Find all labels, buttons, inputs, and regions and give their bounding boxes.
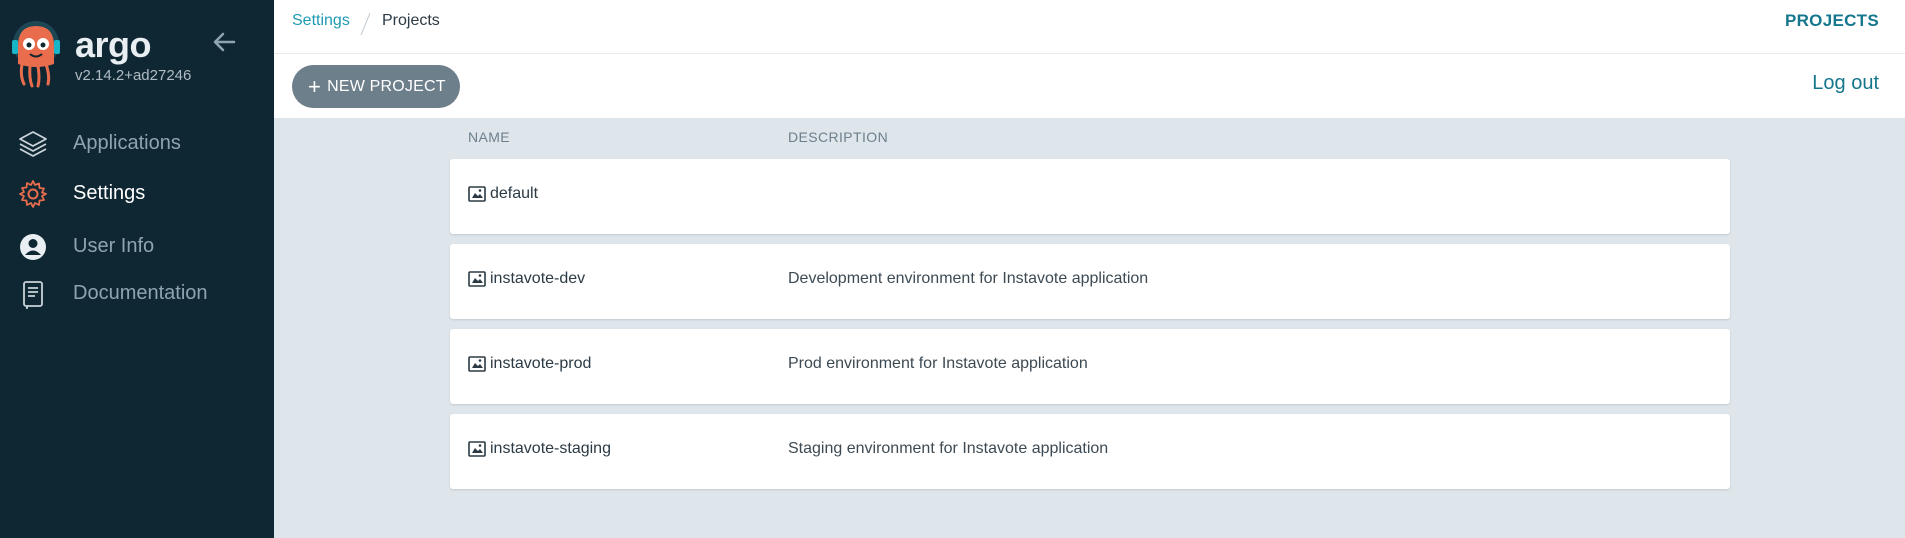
- project-row[interactable]: instavote-dev Development environment fo…: [450, 244, 1730, 319]
- sidebar: argo v2.14.2+ad27246 Applications Settin…: [0, 0, 274, 538]
- project-row[interactable]: instavote-staging Staging environment fo…: [450, 414, 1730, 489]
- top-bar: Settings Projects PROJECTS: [274, 0, 1905, 54]
- column-header-name: NAME: [468, 129, 511, 145]
- sidebar-item-user-info[interactable]: User Info: [0, 224, 274, 268]
- new-project-button[interactable]: + NEW PROJECT: [292, 65, 460, 108]
- project-name: instavote-dev: [490, 270, 586, 287]
- project-icon: [468, 271, 486, 287]
- book-icon: [18, 279, 48, 309]
- user-circle-icon: [18, 232, 48, 262]
- version-label: v2.14.2+ad27246: [75, 67, 192, 84]
- project-description: Prod environment for Instavote applicati…: [788, 355, 1088, 372]
- column-header-description: DESCRIPTION: [788, 129, 889, 145]
- project-row[interactable]: default: [450, 159, 1730, 234]
- sidebar-item-label: User Info: [73, 234, 155, 257]
- project-row[interactable]: instavote-prod Prod environment for Inst…: [450, 329, 1730, 404]
- plus-icon: +: [308, 73, 322, 99]
- sidebar-item-applications[interactable]: Applications: [0, 121, 274, 165]
- breadcrumb-settings-link[interactable]: Settings: [292, 12, 350, 30]
- gear-icon: [18, 179, 48, 209]
- new-project-label: NEW PROJECT: [327, 77, 446, 95]
- sidebar-item-label: Applications: [73, 131, 181, 154]
- sidebar-item-label: Documentation: [73, 281, 208, 304]
- collapse-sidebar-button[interactable]: [210, 28, 238, 56]
- argo-logo: [10, 20, 62, 88]
- sidebar-item-label: Settings: [73, 181, 146, 204]
- stack-icon: [18, 129, 48, 159]
- project-description: Development environment for Instavote ap…: [788, 270, 1149, 287]
- sidebar-item-documentation[interactable]: Documentation: [0, 271, 274, 315]
- breadcrumb-current: Projects: [382, 12, 440, 29]
- sidebar-item-settings[interactable]: Settings: [0, 171, 274, 215]
- page-title: PROJECTS: [1784, 11, 1879, 30]
- project-icon: [468, 356, 486, 372]
- project-icon: [468, 186, 486, 202]
- project-name: instavote-prod: [490, 355, 592, 372]
- project-icon: [468, 441, 486, 457]
- logout-link[interactable]: Log out: [1812, 72, 1879, 95]
- arrow-left-icon: [213, 32, 236, 52]
- project-description: Staging environment for Instavote applic…: [788, 440, 1109, 457]
- project-name: default: [490, 185, 539, 202]
- toolbar: + NEW PROJECT Log out: [274, 54, 1905, 118]
- brand-name: argo: [75, 24, 152, 65]
- project-name: instavote-staging: [490, 440, 611, 457]
- breadcrumb-separator: [358, 10, 372, 38]
